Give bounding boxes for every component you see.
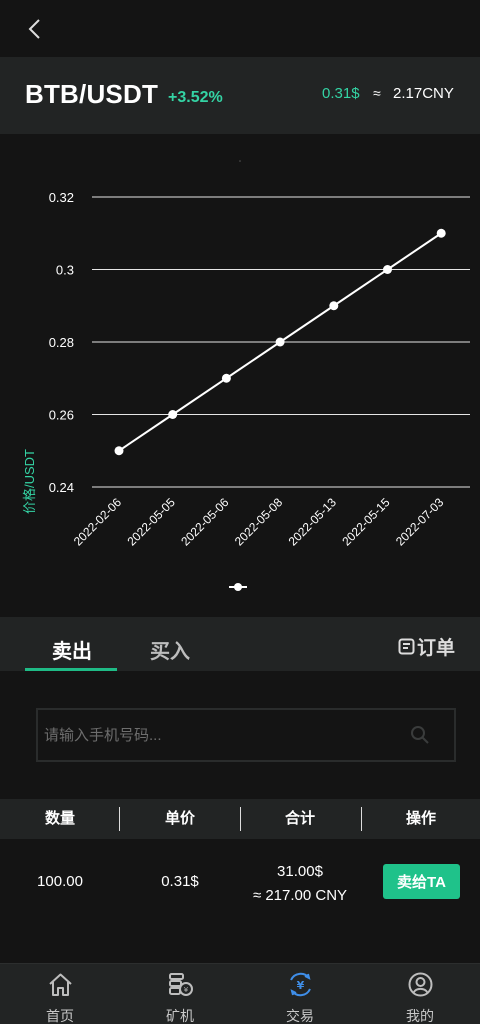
- row-quantity: 100.00: [37, 873, 83, 890]
- phone-search-input[interactable]: [44, 710, 404, 760]
- legend-marker: [234, 583, 242, 591]
- home-icon: [49, 973, 72, 996]
- trade-tabs: 卖出 买入 订单: [0, 617, 480, 671]
- x-tick-label: 2022-07-03: [393, 495, 447, 549]
- column-unit-price: 单价: [164, 810, 195, 827]
- tab-sell[interactable]: 卖出: [52, 635, 92, 664]
- orders-link[interactable]: 订单: [398, 633, 455, 660]
- row-total-cny: ≈ 217.00 CNY: [252, 887, 348, 904]
- svg-text:¥: ¥: [297, 979, 305, 992]
- sell-to-button[interactable]: 卖给TA: [383, 864, 460, 899]
- data-point: [168, 410, 178, 419]
- chart-title-dot: [239, 160, 241, 162]
- nav-label-profile: 我的: [406, 1008, 434, 1024]
- row-total: 31.00$ ≈ 217.00 CNY: [240, 860, 360, 908]
- y-axis-label: 价格/USDT: [22, 448, 37, 514]
- x-tick-label: 2022-02-06: [71, 495, 125, 549]
- nav-item-home[interactable]: 首页: [0, 964, 120, 1024]
- data-point: [329, 301, 339, 311]
- x-tick-label: 2022-05-08: [232, 495, 286, 549]
- x-tick-label: 2022-05-06: [178, 495, 232, 549]
- price-chart: 0.32 0.3 0.28 0.26 0.24 2022-02-06 2022-05-05 2…: [0, 134, 480, 616]
- phone-search-box: [36, 708, 456, 762]
- nav-item-mining[interactable]: ¥ 矿机: [120, 964, 240, 1024]
- price-cny: 2.17CNY: [393, 85, 454, 102]
- column-action: 操作: [405, 810, 436, 827]
- pair-header: BTB/USDT +3.52% 0.31$ ≈ 2.17CNY: [0, 57, 480, 134]
- user-icon: [408, 972, 433, 997]
- y-tick-label: 0.3: [56, 263, 74, 278]
- nav-label-mining: 矿机: [166, 1008, 194, 1024]
- data-point: [221, 373, 231, 383]
- orders-label: 订单: [417, 638, 456, 659]
- top-bar: [0, 0, 480, 56]
- y-tick-label: 0.32: [49, 190, 74, 205]
- nav-label-trade: 交易: [286, 1008, 314, 1024]
- column-quantity: 数量: [44, 810, 75, 827]
- data-point: [275, 337, 285, 347]
- nav-label-home: 首页: [46, 1008, 74, 1024]
- document-icon: [398, 638, 415, 655]
- chevron-left-icon[interactable]: [26, 18, 44, 40]
- trade-yuan-icon: ¥: [290, 972, 311, 997]
- y-tick-label: 0.26: [49, 408, 74, 423]
- bottom-nav: 首页 ¥ 矿机 ¥ 交易 我的: [0, 963, 480, 1024]
- tab-buy[interactable]: 买入: [150, 635, 190, 664]
- x-tick-label: 2022-05-13: [286, 495, 340, 549]
- row-total-usd: 31.00$: [277, 863, 323, 880]
- active-tab-indicator: [25, 668, 117, 671]
- price-usd: 0.31$: [322, 85, 360, 102]
- column-total: 合计: [284, 810, 315, 827]
- price-chart-svg: 0.320.30.280.260.242022-02-06 2022-05-05 2…: [49, 160, 470, 591]
- table-row: 100.00 0.31$ 31.00$ ≈ 217.00 CNY 卖给TA: [0, 839, 480, 925]
- pair-name: BTB/USDT: [25, 79, 159, 109]
- y-tick-label: 0.28: [49, 335, 74, 350]
- data-point: [436, 228, 446, 238]
- row-unit-price: 0.31$: [161, 873, 199, 890]
- nav-item-trade[interactable]: ¥ 交易: [240, 964, 360, 1024]
- data-point: [114, 446, 124, 456]
- table-header: 数量 单价 合计 操作: [0, 799, 480, 839]
- data-point: [383, 265, 392, 274]
- approx-sign: ≈: [373, 85, 381, 101]
- y-tick-label: 0.24: [49, 480, 74, 495]
- svg-text:¥: ¥: [184, 986, 189, 994]
- price-change: +3.52%: [168, 89, 223, 106]
- x-tick-label: 2022-05-05: [125, 495, 179, 549]
- x-tick-label: 2022-05-15: [339, 495, 393, 549]
- mining-machine-icon: ¥: [169, 973, 193, 996]
- nav-item-profile[interactable]: 我的: [360, 964, 480, 1024]
- search-icon[interactable]: [410, 725, 430, 745]
